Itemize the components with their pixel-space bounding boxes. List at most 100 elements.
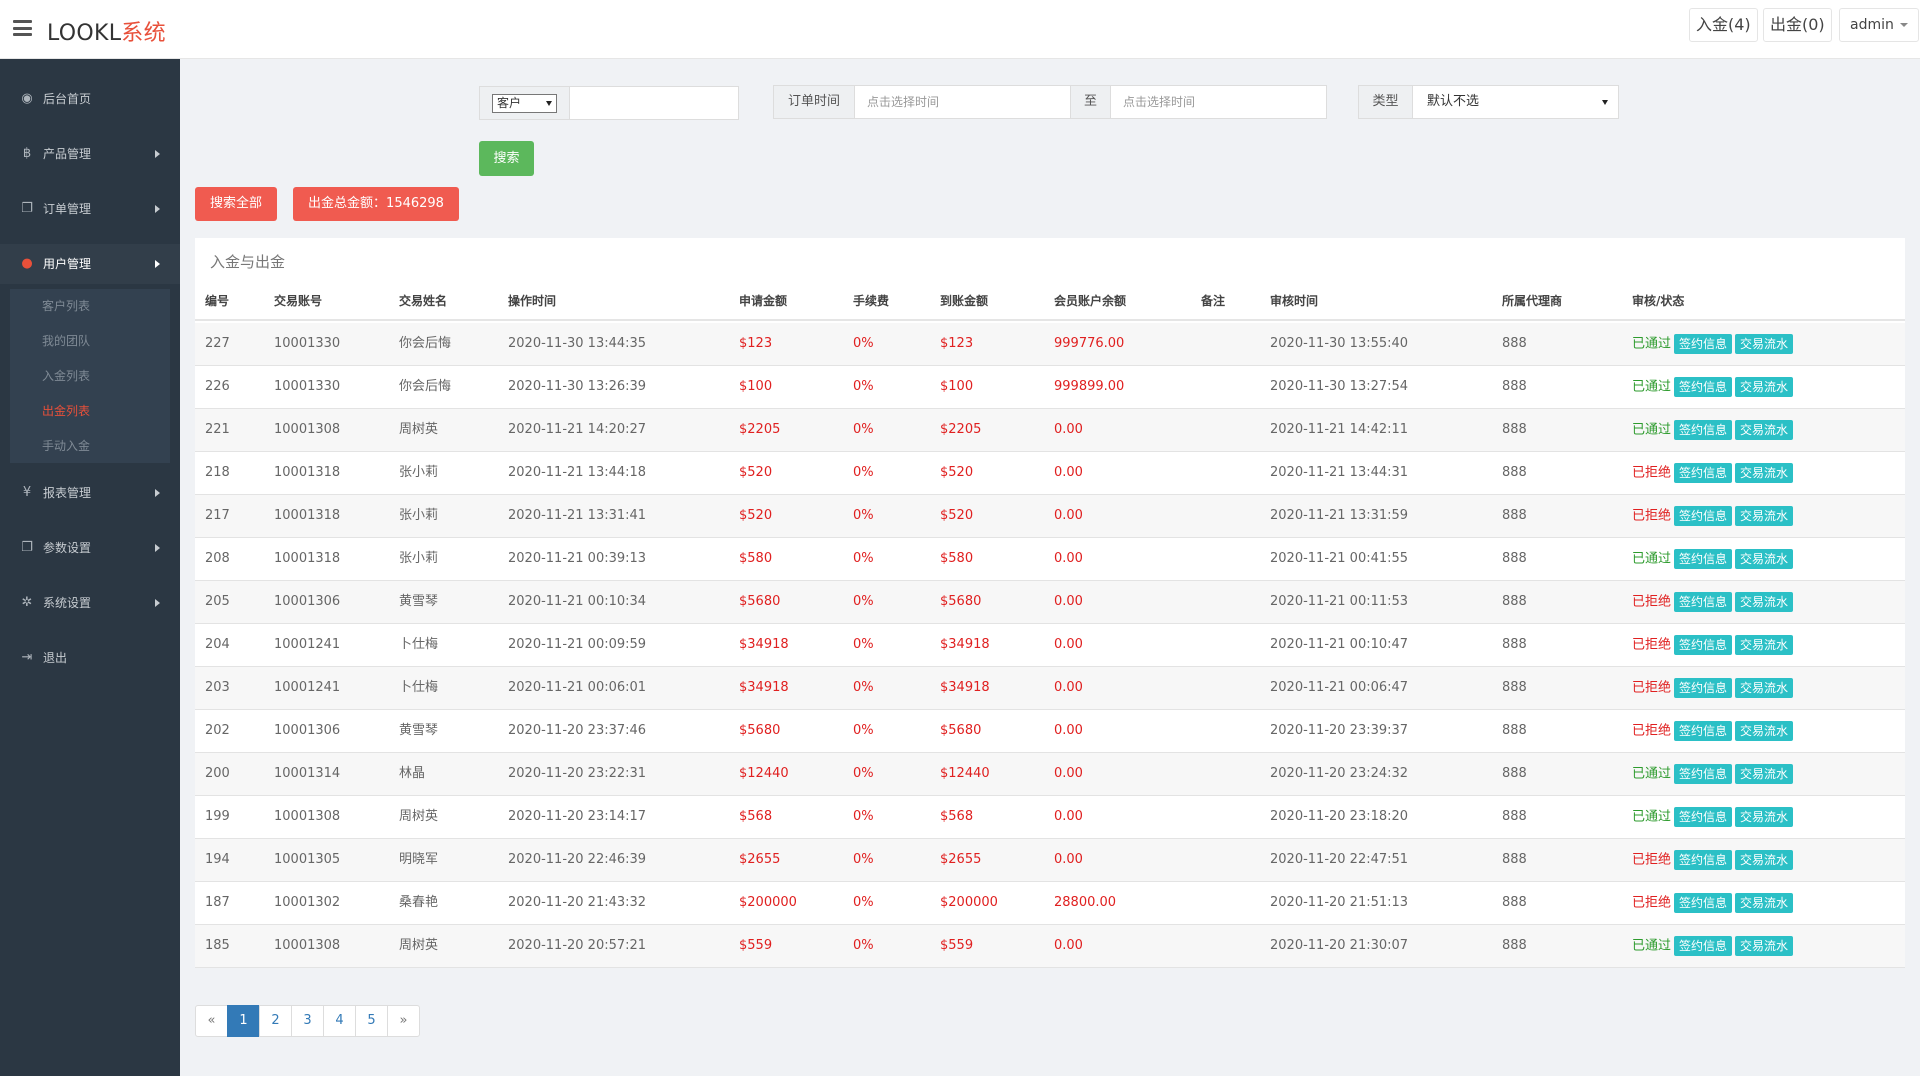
trade-flow-button[interactable]: 交易流水 [1735, 721, 1794, 741]
type-select[interactable]: 默认不选 [1412, 85, 1619, 119]
sign-info-button[interactable]: 签约信息 [1674, 635, 1733, 655]
type-label: 类型 [1358, 85, 1413, 119]
sign-info-button[interactable]: 签约信息 [1674, 893, 1733, 913]
user-name: admin [1850, 17, 1894, 33]
sidebar-item-params[interactable]: ❐ 参数设置 [0, 528, 180, 568]
trade-flow-button[interactable]: 交易流水 [1735, 764, 1794, 784]
withdraw-total-button[interactable]: 出金总金额：1546298 [293, 187, 459, 221]
trade-flow-button[interactable]: 交易流水 [1735, 592, 1794, 612]
cell-account: 10001330 [274, 336, 341, 351]
cell-op-time: 2020-11-21 13:44:18 [508, 465, 647, 480]
col-apply-amount: 申请金额 [739, 294, 788, 308]
trade-flow-button[interactable]: 交易流水 [1735, 506, 1794, 526]
cell-audit-time: 2020-11-20 23:24:32 [1270, 766, 1409, 781]
sign-info-button[interactable]: 签约信息 [1674, 678, 1733, 698]
trade-flow-button[interactable]: 交易流水 [1735, 377, 1794, 397]
cell-audit-time: 2020-11-30 13:55:40 [1270, 336, 1409, 351]
cell-id: 194 [205, 852, 230, 867]
cell-apply-amount: $568 [739, 809, 773, 824]
cell-fee: 0% [853, 766, 874, 781]
cell-balance: 0.00 [1054, 723, 1083, 738]
sidebar-item-label: 报表管理 [43, 486, 92, 500]
sign-info-button[interactable]: 签约信息 [1674, 592, 1733, 612]
sidebar-item-orders[interactable]: ❐ 订单管理 [0, 189, 180, 229]
submenu-customer-list[interactable]: 客户列表 [42, 289, 90, 324]
sign-info-button[interactable]: 签约信息 [1674, 420, 1733, 440]
cell-fee: 0% [853, 422, 874, 437]
sign-info-button[interactable]: 签约信息 [1674, 334, 1733, 354]
sidebar-item-label: 产品管理 [43, 147, 92, 161]
cell-balance: 0.00 [1054, 938, 1083, 953]
user-menu-button[interactable]: admin [1839, 8, 1919, 42]
cell-name: 张小莉 [399, 551, 439, 566]
sign-info-button[interactable]: 签约信息 [1674, 721, 1733, 741]
menu-toggle-icon[interactable] [13, 20, 32, 36]
chevron-right-icon [155, 150, 160, 158]
pagination-prev[interactable]: « [195, 1005, 228, 1037]
start-time-input[interactable]: 点击选择时间 [854, 85, 1071, 119]
trade-flow-button[interactable]: 交易流水 [1735, 936, 1794, 956]
sidebar-item-reports[interactable]: ¥ 报表管理 [0, 473, 180, 513]
cell-status: 已通过 签约信息 交易流水 [1632, 549, 1794, 571]
cell-audit-time: 2020-11-21 14:42:11 [1270, 422, 1409, 437]
sidebar-item-products[interactable]: ฿ 产品管理 [0, 134, 180, 174]
sidebar-item-label: 订单管理 [43, 202, 92, 216]
search-button[interactable]: 搜索 [479, 141, 534, 176]
cell-status: 已拒绝 签约信息 交易流水 [1632, 463, 1794, 485]
sign-info-button[interactable]: 签约信息 [1674, 764, 1733, 784]
cell-apply-amount: $5680 [739, 594, 781, 609]
submenu-my-team[interactable]: 我的团队 [42, 324, 90, 359]
pagination-page[interactable]: 3 [291, 1005, 324, 1037]
customer-search-input[interactable] [572, 87, 738, 119]
cell-balance: 999776.00 [1054, 336, 1125, 351]
customer-search-group: 客户 [479, 86, 739, 120]
withdraw-count-button[interactable]: 出金(0) [1763, 8, 1832, 42]
sign-info-button[interactable]: 签约信息 [1674, 549, 1733, 569]
end-time-input[interactable]: 点击选择时间 [1110, 85, 1327, 119]
sidebar-item-label: 退出 [43, 651, 68, 665]
pagination-page[interactable]: 5 [355, 1005, 388, 1037]
sidebar-item-home[interactable]: ◉ 后台首页 [0, 79, 180, 119]
sign-info-button[interactable]: 签约信息 [1674, 936, 1733, 956]
pagination-page[interactable]: 1 [227, 1005, 260, 1037]
search-all-button[interactable]: 搜索全部 [195, 187, 277, 221]
trade-flow-button[interactable]: 交易流水 [1735, 850, 1794, 870]
sign-info-button[interactable]: 签约信息 [1674, 463, 1733, 483]
trade-flow-button[interactable]: 交易流水 [1735, 463, 1794, 483]
cell-op-time: 2020-11-20 22:46:39 [508, 852, 647, 867]
sign-info-button[interactable]: 签约信息 [1674, 506, 1733, 526]
table-row: 204 10001241 卜仕梅 2020-11-21 00:09:59 $34918 0… [195, 624, 1905, 667]
sidebar-item-label: 用户管理 [43, 257, 92, 271]
trade-flow-button[interactable]: 交易流水 [1735, 549, 1794, 569]
cell-fee: 0% [853, 465, 874, 480]
pagination-next[interactable]: » [387, 1005, 420, 1037]
submenu-deposit-list[interactable]: 入金列表 [42, 359, 90, 394]
deposit-count-button[interactable]: 入金(4) [1689, 8, 1758, 42]
trade-flow-button[interactable]: 交易流水 [1735, 635, 1794, 655]
sidebar-item-users[interactable]: ● 用户管理 [0, 244, 180, 284]
trade-flow-button[interactable]: 交易流水 [1735, 678, 1794, 698]
trade-flow-button[interactable]: 交易流水 [1735, 807, 1794, 827]
sign-info-button[interactable]: 签约信息 [1674, 850, 1733, 870]
submenu-withdraw-list[interactable]: 出金列表 [42, 394, 90, 429]
sidebar-item-logout[interactable]: ⇥ 退出 [0, 638, 180, 678]
trade-flow-button[interactable]: 交易流水 [1735, 893, 1794, 913]
cell-account: 10001302 [274, 895, 341, 910]
trade-flow-button[interactable]: 交易流水 [1735, 420, 1794, 440]
submenu-manual-deposit[interactable]: 手动入金 [42, 429, 90, 464]
sign-info-button[interactable]: 签约信息 [1674, 807, 1733, 827]
pagination-page[interactable]: 4 [323, 1005, 356, 1037]
status-badge: 已拒绝 [1632, 680, 1672, 696]
cell-status: 已拒绝 签约信息 交易流水 [1632, 635, 1794, 657]
cell-account: 10001330 [274, 379, 341, 394]
trade-flow-button[interactable]: 交易流水 [1735, 334, 1794, 354]
customer-select[interactable]: 客户 [492, 94, 557, 113]
cell-audit-time: 2020-11-20 23:18:20 [1270, 809, 1409, 824]
cell-op-time: 2020-11-21 00:06:01 [508, 680, 647, 695]
cell-audit-time: 2020-11-21 00:06:47 [1270, 680, 1409, 695]
sidebar-item-system[interactable]: ✲ 系统设置 [0, 583, 180, 623]
sign-info-button[interactable]: 签约信息 [1674, 377, 1733, 397]
brand-logo[interactable]: LOOKL系统 [47, 15, 166, 47]
col-agent: 所属代理商 [1502, 294, 1563, 308]
pagination-page[interactable]: 2 [259, 1005, 292, 1037]
